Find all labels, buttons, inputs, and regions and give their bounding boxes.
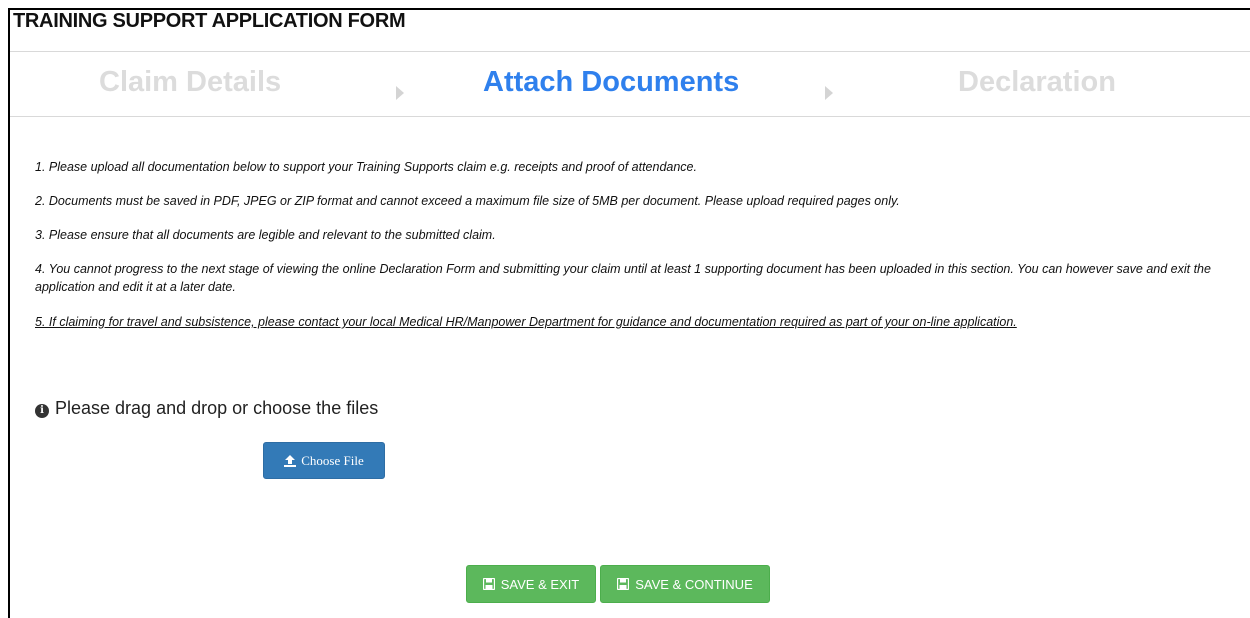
steps-divider (10, 116, 1250, 117)
step-attach-documents[interactable]: Attach Documents (483, 66, 739, 99)
info-circle-icon: i (35, 404, 49, 418)
upload-hint: i Please drag and drop or choose the file… (35, 398, 378, 419)
instruction-2: 2. Documents must be saved in PDF, JPEG … (35, 194, 900, 208)
instruction-1: 1. Please upload all documentation below… (35, 160, 697, 174)
instruction-4: 4. You cannot progress to the next stage… (35, 262, 1211, 294)
step-arrow-icon (825, 86, 833, 100)
step-progress: Claim Details Attach Documents Declarati… (10, 52, 1250, 116)
choose-file-label: Choose File (301, 452, 364, 468)
instruction-3: 3. Please ensure that all documents are … (35, 228, 496, 242)
step-arrow-icon (396, 86, 404, 100)
upload-icon (284, 454, 297, 467)
choose-file-button[interactable]: Choose File (263, 442, 385, 479)
instruction-5: 5. If claiming for travel and subsistenc… (35, 315, 1017, 329)
step-declaration[interactable]: Declaration (958, 66, 1116, 99)
floppy-disk-icon (482, 578, 495, 590)
save-continue-button[interactable]: SAVE & CONTINUE (600, 565, 770, 603)
upload-hint-text: Please drag and drop or choose the files (55, 398, 379, 418)
form-title: TRAINING SUPPORT APPLICATION FORM (13, 10, 406, 32)
step-claim-details[interactable]: Claim Details (99, 66, 281, 99)
save-exit-label: SAVE & EXIT (500, 576, 580, 592)
save-exit-button[interactable]: SAVE & EXIT (466, 565, 596, 603)
save-continue-label: SAVE & CONTINUE (635, 576, 753, 592)
floppy-disk-icon (617, 578, 630, 590)
